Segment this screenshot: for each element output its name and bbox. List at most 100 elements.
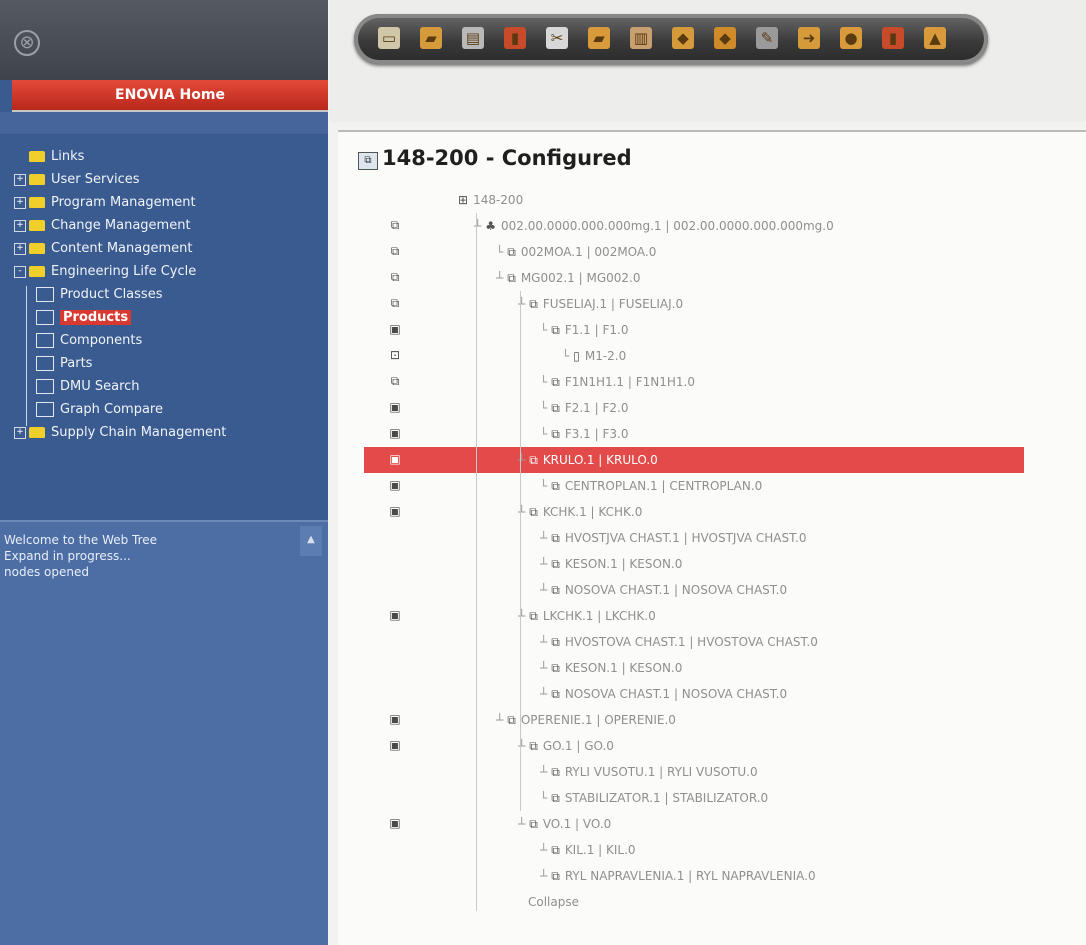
delete-icon[interactable]: ▮ xyxy=(504,27,526,49)
expand-icon[interactable]: + xyxy=(14,426,26,439)
tree-connector[interactable]: ┴ xyxy=(540,635,547,649)
tree-row[interactable]: ┴ ⧉ NOSOVA CHAST.1 | NOSOVA CHAST.0 xyxy=(338,681,1078,707)
tree-row[interactable]: ┴ ⧉ KESON.1 | KESON.0 xyxy=(338,551,1078,577)
tree-connector[interactable]: └ xyxy=(562,349,569,363)
collapse-icon[interactable]: - xyxy=(14,265,26,278)
tree-connector[interactable]: └ xyxy=(540,323,547,337)
row-status-icon[interactable]: ▣ xyxy=(388,712,402,726)
cut-icon[interactable]: ✂ xyxy=(546,27,568,49)
lock-icon[interactable]: ▲ xyxy=(924,27,946,49)
nav-item[interactable]: - Engineering Life Cycle xyxy=(14,260,324,283)
row-status-icon[interactable]: ▣ xyxy=(388,816,402,830)
tree-row[interactable]: ▣ ┴ ⧉ GO.1 | GO.0 xyxy=(338,733,1078,759)
tree-connector[interactable]: ┴ xyxy=(496,713,503,727)
row-status-icon[interactable]: ⊡ xyxy=(388,348,402,362)
paste-icon[interactable]: ▥ xyxy=(630,27,652,49)
row-status-icon[interactable]: ▣ xyxy=(388,400,402,414)
tree-connector[interactable]: ┴ xyxy=(540,765,547,779)
edit-icon[interactable]: ✎ xyxy=(756,27,778,49)
tree-row[interactable]: └ ⧉ STABILIZATOR.1 | STABILIZATOR.0 xyxy=(338,785,1078,811)
tree-row[interactable]: ▣ ┴ ⧉ KRULO.1 | KRULO.0 xyxy=(364,447,1024,473)
tree-row[interactable]: ┴ ⧉ RYLI VUSOTU.1 | RYLI VUSOTU.0 xyxy=(338,759,1078,785)
row-status-icon[interactable]: ⧉ xyxy=(388,296,402,310)
tree-row[interactable]: ⧉ ┴ ⧉ MG002.1 | MG002.0 xyxy=(338,265,1078,291)
tree-connector[interactable]: ┴ xyxy=(540,583,547,597)
tree-row[interactable]: ⧉ └ ⧉ 002MOA.1 | 002MOA.0 xyxy=(338,239,1078,265)
row-status-icon[interactable]: ⧉ xyxy=(388,270,402,284)
expand-icon[interactable]: + xyxy=(14,242,26,255)
tree-row[interactable]: ▣ ┴ ⧉ VO.1 | VO.0 xyxy=(338,811,1078,837)
tree-row[interactable]: Collapse xyxy=(338,889,1078,915)
row-status-icon[interactable]: ▣ xyxy=(388,426,402,440)
tree-row[interactable]: ┴ ⧉ KESON.1 | KESON.0 xyxy=(338,655,1078,681)
tree-row[interactable]: ⊡ └ ▯ M1-2.0 xyxy=(338,343,1078,369)
collapse-icon[interactable]: ◆ xyxy=(714,27,736,49)
nav-item[interactable]: Components xyxy=(14,329,324,352)
tree-connector[interactable]: ┴ xyxy=(540,687,547,701)
row-status-icon[interactable]: ▣ xyxy=(388,738,402,752)
expand-icon[interactable]: + xyxy=(14,196,26,209)
nav-item[interactable]: Parts xyxy=(14,352,324,375)
tree-row[interactable]: ▣ ┴ ⧉ OPERENIE.1 | OPERENIE.0 xyxy=(338,707,1078,733)
nav-item[interactable]: + Content Management xyxy=(14,237,324,260)
tree-connector[interactable]: └ xyxy=(540,401,547,415)
new-icon[interactable]: ▭ xyxy=(378,27,400,49)
row-status-icon[interactable]: ▣ xyxy=(388,478,402,492)
copy-icon[interactable]: ▰ xyxy=(588,27,610,49)
tree-connector[interactable]: └ xyxy=(496,245,503,259)
tree-row[interactable]: ▣ ┴ ⧉ LKCHK.1 | LKCHK.0 xyxy=(338,603,1078,629)
tree-connector[interactable]: ┴ xyxy=(496,271,503,285)
tree-row[interactable]: ┴ ⧉ RYL NAPRAVLENIA.1 | RYL NAPRAVLENIA.0 xyxy=(338,863,1078,889)
nav-item[interactable]: Products xyxy=(14,306,324,329)
row-status-icon[interactable]: ▣ xyxy=(388,452,402,466)
tree-connector[interactable]: └ xyxy=(540,375,547,389)
tree-row[interactable]: ▣ └ ⧉ CENTROPLAN.1 | CENTROPLAN.0 xyxy=(338,473,1078,499)
tree-row[interactable]: ▣ ┴ ⧉ KCHK.1 | KCHK.0 xyxy=(338,499,1078,525)
expand-icon[interactable]: + xyxy=(14,219,26,232)
tree-connector[interactable]: ┴ xyxy=(540,843,547,857)
tree-connector[interactable]: └ xyxy=(540,427,547,441)
nav-item[interactable]: Graph Compare xyxy=(14,398,324,421)
row-status-icon[interactable]: ⧉ xyxy=(388,218,402,232)
row-status-icon[interactable]: ▣ xyxy=(388,504,402,518)
expand-icon[interactable]: + xyxy=(14,173,26,186)
expand-icon[interactable]: ◆ xyxy=(672,27,694,49)
tree-row[interactable]: ┴ ⧉ NOSOVA CHAST.1 | NOSOVA CHAST.0 xyxy=(338,577,1078,603)
save-icon[interactable]: ▤ xyxy=(462,27,484,49)
row-status-icon[interactable]: ⧉ xyxy=(388,244,402,258)
tree-row[interactable]: ▣ └ ⧉ F2.1 | F2.0 xyxy=(338,395,1078,421)
tree-connector[interactable]: ┴ xyxy=(540,531,547,545)
tree-row[interactable]: ⧉ └ ⧉ F1N1H1.1 | F1N1H1.0 xyxy=(338,369,1078,395)
bucket-icon[interactable]: ● xyxy=(840,27,862,49)
nav-item[interactable]: + Supply Chain Management xyxy=(14,421,324,444)
tree-connector[interactable]: ┴ xyxy=(540,869,547,883)
nav-item[interactable]: + Change Management xyxy=(14,214,324,237)
nav-item[interactable]: DMU Search xyxy=(14,375,324,398)
tree-row[interactable]: ⧉ ┴ ⧉ FUSELIAJ.1 | FUSELIAJ.0 xyxy=(338,291,1078,317)
row-status-icon[interactable]: ▣ xyxy=(388,322,402,336)
collapse-link[interactable]: Collapse xyxy=(528,895,579,909)
nav-item[interactable]: Links xyxy=(14,145,324,168)
tree-connector[interactable]: ┴ xyxy=(540,557,547,571)
nav-item[interactable]: + User Services xyxy=(14,168,324,191)
tree-row[interactable]: ┴ ⧉ HVOSTOVA CHAST.1 | HVOSTOVA CHAST.0 xyxy=(338,629,1078,655)
tree-row[interactable]: ┴ ⧉ KIL.1 | KIL.0 xyxy=(338,837,1078,863)
tree-row[interactable]: ▣ └ ⧉ F1.1 | F1.0 xyxy=(338,317,1078,343)
tree-row[interactable]: ⧉ ┴ ♣ 002.00.0000.000.000mg.1 | 002.00.0000… xyxy=(338,213,1078,239)
enovia-home-button[interactable]: ENOVIA Home xyxy=(12,80,328,112)
tree-row[interactable]: ┴ ⧉ HVOSTJVA CHAST.1 | HVOSTJVA CHAST.0 xyxy=(338,525,1078,551)
close-icon[interactable]: ⊗ xyxy=(14,30,40,56)
tree-connector[interactable]: ┴ xyxy=(518,817,525,831)
tree-connector[interactable]: └ xyxy=(540,791,547,805)
nav-item[interactable]: Product Classes xyxy=(14,283,324,306)
row-status-icon[interactable]: ▣ xyxy=(388,608,402,622)
row-status-icon[interactable]: ⧉ xyxy=(388,374,402,388)
scrollbar-up-arrow[interactable]: ▲ xyxy=(300,526,322,556)
tree-connector[interactable]: └ xyxy=(540,479,547,493)
nav-item[interactable]: + Program Management xyxy=(14,191,324,214)
tree-row[interactable]: ⊞ 148-200 xyxy=(338,187,1078,213)
tree-connector[interactable]: ┴ xyxy=(540,661,547,675)
open-folder-icon[interactable]: ▰ xyxy=(420,27,442,49)
forward-icon[interactable]: ➜ xyxy=(798,27,820,49)
doc-export-icon[interactable]: ▮ xyxy=(882,27,904,49)
